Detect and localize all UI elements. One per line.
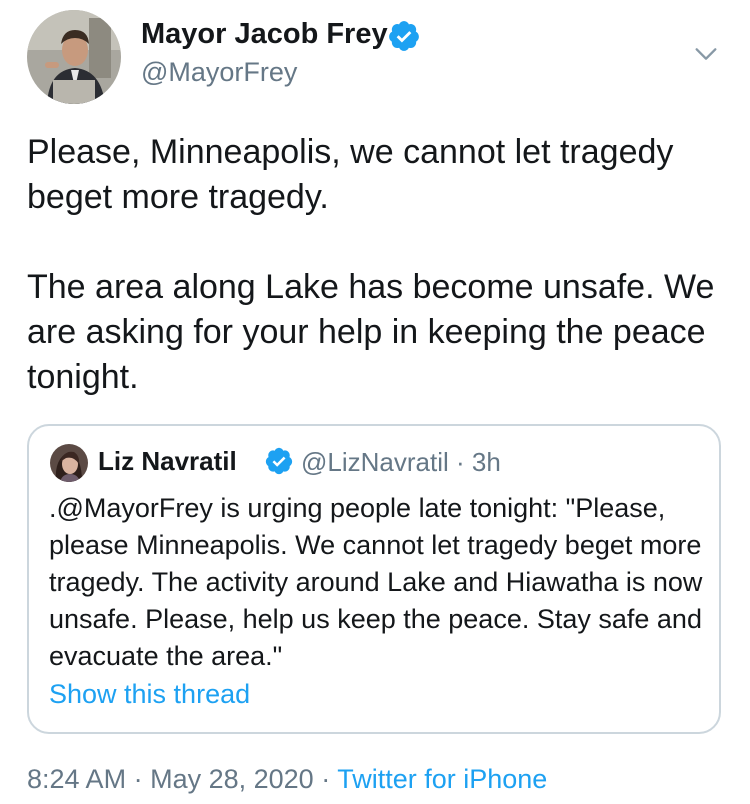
- tweet-time: 8:24 AM: [27, 764, 127, 794]
- quoted-tweet-card[interactable]: Liz Navratil @LizNavratil · 3h .@MayorFr…: [27, 424, 721, 734]
- quoted-author-avatar: [50, 444, 88, 482]
- quoted-author-name: Liz Navratil: [98, 446, 237, 476]
- quoted-tweet-meta: @LizNavratil · 3h: [301, 447, 501, 478]
- tweet-text: Please, Minneapolis, we cannot let trage…: [27, 130, 727, 400]
- show-thread-link[interactable]: Show this thread: [49, 679, 250, 710]
- verified-badge-icon: [389, 21, 419, 51]
- tweet-date: May 28, 2020: [150, 764, 314, 794]
- meta-separator: ·: [456, 447, 465, 477]
- footer-separator: ·: [321, 764, 331, 794]
- author-photo: [27, 10, 121, 104]
- quoted-author-handle: @LizNavratil: [301, 447, 449, 477]
- author-handle[interactable]: @MayorFrey: [141, 57, 297, 88]
- author-avatar[interactable]: [27, 10, 121, 104]
- tweet-paragraph: The area along Lake has become unsafe. W…: [27, 268, 715, 396]
- quoted-author-photo: [50, 444, 88, 482]
- footer-separator: ·: [133, 764, 143, 794]
- verified-badge-icon: [265, 447, 293, 475]
- tweet-footer: 8:24 AM · May 28, 2020 · Twitter for iPh…: [27, 764, 547, 795]
- quoted-tweet-text: .@MayorFrey is urging people late tonigh…: [49, 493, 703, 671]
- quoted-tweet-time: 3h: [471, 447, 501, 477]
- chevron-down-icon[interactable]: [692, 40, 720, 68]
- author-name[interactable]: Mayor Jacob Frey: [141, 18, 388, 51]
- tweet-paragraph: Please, Minneapolis, we cannot let trage…: [27, 133, 674, 216]
- tweet-source-link[interactable]: Twitter for iPhone: [337, 764, 547, 794]
